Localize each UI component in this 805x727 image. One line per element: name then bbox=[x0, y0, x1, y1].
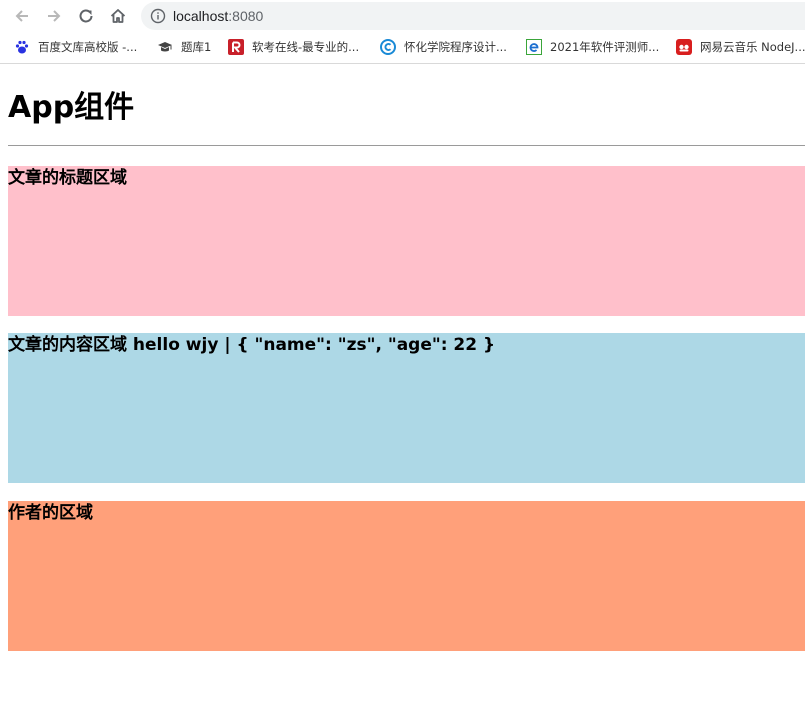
bookmarks-bar: 百度文库高校版 -... 题库1 软考在线-最专业的... 怀化学院程序设计..… bbox=[0, 32, 805, 64]
netease-music-icon bbox=[676, 39, 692, 55]
bookmark-label: 怀化学院程序设计... bbox=[404, 40, 507, 54]
reload-icon bbox=[79, 9, 93, 23]
page-title: App组件 bbox=[8, 90, 135, 125]
reload-button[interactable] bbox=[73, 3, 99, 29]
back-button[interactable] bbox=[9, 3, 35, 29]
article-content-label: 文章的内容区域 hello wjy | { "name": "zs", "age… bbox=[8, 335, 496, 355]
article-title-label: 文章的标题区域 bbox=[8, 168, 127, 188]
bookmark-netease-music[interactable]: 网易云音乐 NodeJ... bbox=[676, 38, 805, 56]
author-area: 作者的区域 bbox=[8, 501, 805, 651]
url-text[interactable]: localhost:8080 bbox=[173, 7, 263, 25]
forward-arrow-icon bbox=[48, 10, 61, 22]
bookmark-label: 网易云音乐 NodeJ... bbox=[700, 40, 805, 54]
info-icon[interactable] bbox=[150, 8, 166, 24]
baidu-paw-icon bbox=[14, 39, 30, 55]
address-bar[interactable]: localhost:8080 bbox=[141, 2, 805, 30]
bookmark-huaihua[interactable]: 怀化学院程序设计... bbox=[380, 38, 507, 56]
forward-button[interactable] bbox=[41, 3, 67, 29]
author-label: 作者的区域 bbox=[8, 503, 93, 523]
article-title-area: 文章的标题区域 bbox=[8, 166, 805, 316]
url-port: :8080 bbox=[228, 8, 264, 24]
ie-logo-icon bbox=[526, 39, 542, 55]
home-icon bbox=[110, 9, 126, 23]
bookmark-ruanjian-pingce[interactable]: 2021年软件评测师... bbox=[526, 38, 659, 56]
url-host: localhost bbox=[173, 8, 229, 24]
article-content-area: 文章的内容区域 hello wjy | { "name": "zs", "age… bbox=[8, 333, 805, 483]
back-arrow-icon bbox=[15, 10, 28, 22]
bookmark-label: 题库1 bbox=[181, 40, 212, 54]
r-logo-icon bbox=[228, 39, 244, 55]
browser-toolbar: localhost:8080 bbox=[0, 0, 805, 32]
divider bbox=[8, 145, 805, 146]
graduation-cap-icon bbox=[157, 39, 173, 55]
bookmark-tiku[interactable]: 题库1 bbox=[157, 38, 211, 56]
c-logo-icon bbox=[380, 39, 396, 55]
bookmark-label: 2021年软件评测师... bbox=[550, 40, 660, 54]
bookmark-baidu-wenku[interactable]: 百度文库高校版 -... bbox=[14, 38, 137, 56]
bookmark-label: 软考在线-最专业的... bbox=[252, 40, 360, 54]
home-button[interactable] bbox=[105, 3, 131, 29]
bookmark-ruankao[interactable]: 软考在线-最专业的... bbox=[228, 38, 359, 56]
bookmark-label: 百度文库高校版 -... bbox=[38, 40, 138, 54]
